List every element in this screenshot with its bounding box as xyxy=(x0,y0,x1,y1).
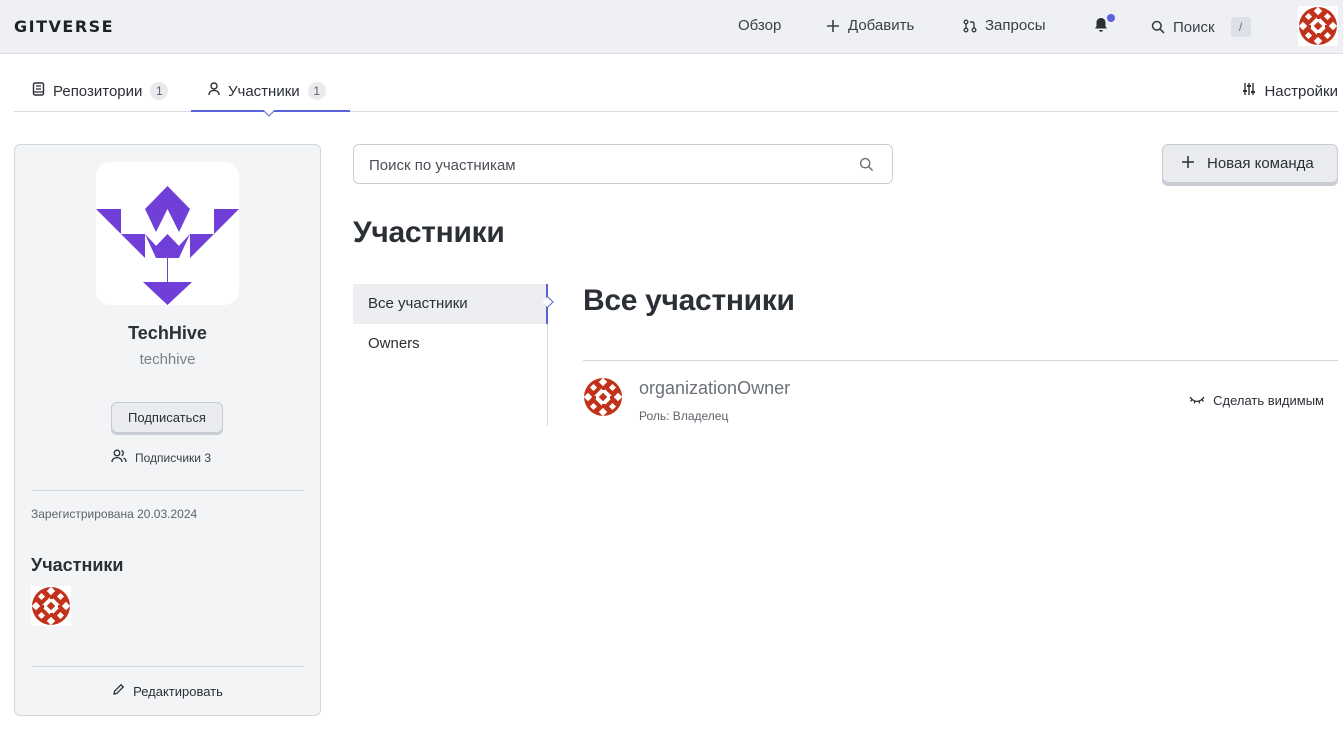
subnav-owners-label: Owners xyxy=(368,335,420,352)
search-icon xyxy=(859,157,874,177)
tab-repositories[interactable]: Репозитории 1 xyxy=(32,70,169,112)
tab-repositories-label: Репозитории xyxy=(53,82,143,100)
eye-closed-icon xyxy=(1189,393,1205,408)
nav-search-label: Поиск xyxy=(1173,18,1215,36)
members-heading: Участники xyxy=(31,555,124,575)
plus-icon xyxy=(1181,155,1195,173)
member-role: Роль: Владелец xyxy=(639,409,729,423)
edit-org-button[interactable]: Редактировать xyxy=(15,683,320,699)
nav-add[interactable]: Добавить xyxy=(826,17,914,34)
nav-overview[interactable]: Обзор xyxy=(738,17,781,34)
page-title: Участники xyxy=(353,216,505,249)
list-divider xyxy=(583,360,1338,361)
gitverse-logo[interactable]: GITVERSE xyxy=(14,17,114,36)
tab-settings-label: Настройки xyxy=(1264,82,1338,100)
nav-add-label: Добавить xyxy=(848,17,915,34)
bell-icon xyxy=(1094,17,1108,33)
tab-members-count: 1 xyxy=(307,82,326,100)
card-divider xyxy=(31,666,304,667)
new-team-label: Новая команда xyxy=(1207,155,1314,172)
member-avatar[interactable] xyxy=(583,377,623,417)
org-logo xyxy=(96,162,239,305)
repository-icon xyxy=(32,82,45,100)
org-profile-card: TechHive techhive Подписаться Подписчики… xyxy=(14,144,321,716)
nav-search[interactable]: Поиск / xyxy=(1151,17,1251,37)
sliders-icon xyxy=(1242,82,1256,100)
tab-members-label: Участники xyxy=(228,82,300,100)
notification-dot xyxy=(1107,14,1115,22)
nav-overview-label: Обзор xyxy=(738,17,782,34)
new-team-button[interactable]: Новая команда xyxy=(1162,144,1338,183)
techhive-logo-icon xyxy=(96,186,239,305)
nav-requests[interactable]: Запросы xyxy=(963,17,1046,34)
user-avatar[interactable] xyxy=(1298,6,1338,46)
section-title: Все участники xyxy=(583,284,795,317)
make-visible-label: Сделать видимым xyxy=(1213,393,1324,408)
followers-link[interactable]: Подписчики 3 xyxy=(111,449,211,466)
top-navigation-bar: GITVERSE Обзор Добавить Запросы Поиск / xyxy=(0,0,1343,54)
people-icon xyxy=(111,449,127,466)
member-name[interactable]: organizationOwner xyxy=(639,378,790,399)
pencil-icon xyxy=(112,683,125,699)
org-tabs: Репозитории 1 Участники 1 Настройки xyxy=(14,70,1338,117)
person-icon xyxy=(208,82,220,100)
search-icon xyxy=(1151,20,1165,34)
tab-repositories-count: 1 xyxy=(150,82,169,100)
subnav-all-members[interactable]: Все участники xyxy=(353,284,546,324)
follow-button[interactable]: Подписаться xyxy=(111,402,223,433)
subnav-all-members-label: Все участники xyxy=(368,295,468,312)
search-shortcut-key: / xyxy=(1230,17,1251,37)
tab-settings[interactable]: Настройки xyxy=(1242,70,1338,112)
org-slug: techhive xyxy=(139,351,196,368)
member-row: organizationOwner Роль: Владелец Сделать… xyxy=(583,377,1338,425)
card-divider xyxy=(31,490,304,491)
registration-date: Зарегистрирована 20.03.2024 xyxy=(31,507,198,521)
notifications-button[interactable] xyxy=(1094,17,1108,33)
member-search-input[interactable]: Поиск по участникам xyxy=(353,144,893,184)
members-subnav: Все участники Owners xyxy=(353,284,554,426)
pull-request-icon xyxy=(963,19,977,33)
nav-requests-label: Запросы xyxy=(985,17,1046,34)
followers-label: Подписчики 3 xyxy=(135,450,212,465)
member-search-placeholder: Поиск по участникам xyxy=(369,157,516,174)
plus-icon xyxy=(826,19,840,33)
subnav-owners[interactable]: Owners xyxy=(353,324,546,364)
member-avatar[interactable] xyxy=(31,586,71,626)
org-name: TechHive xyxy=(128,323,207,343)
make-visible-button[interactable]: Сделать видимым xyxy=(1189,393,1324,408)
edit-label: Редактировать xyxy=(133,683,223,699)
